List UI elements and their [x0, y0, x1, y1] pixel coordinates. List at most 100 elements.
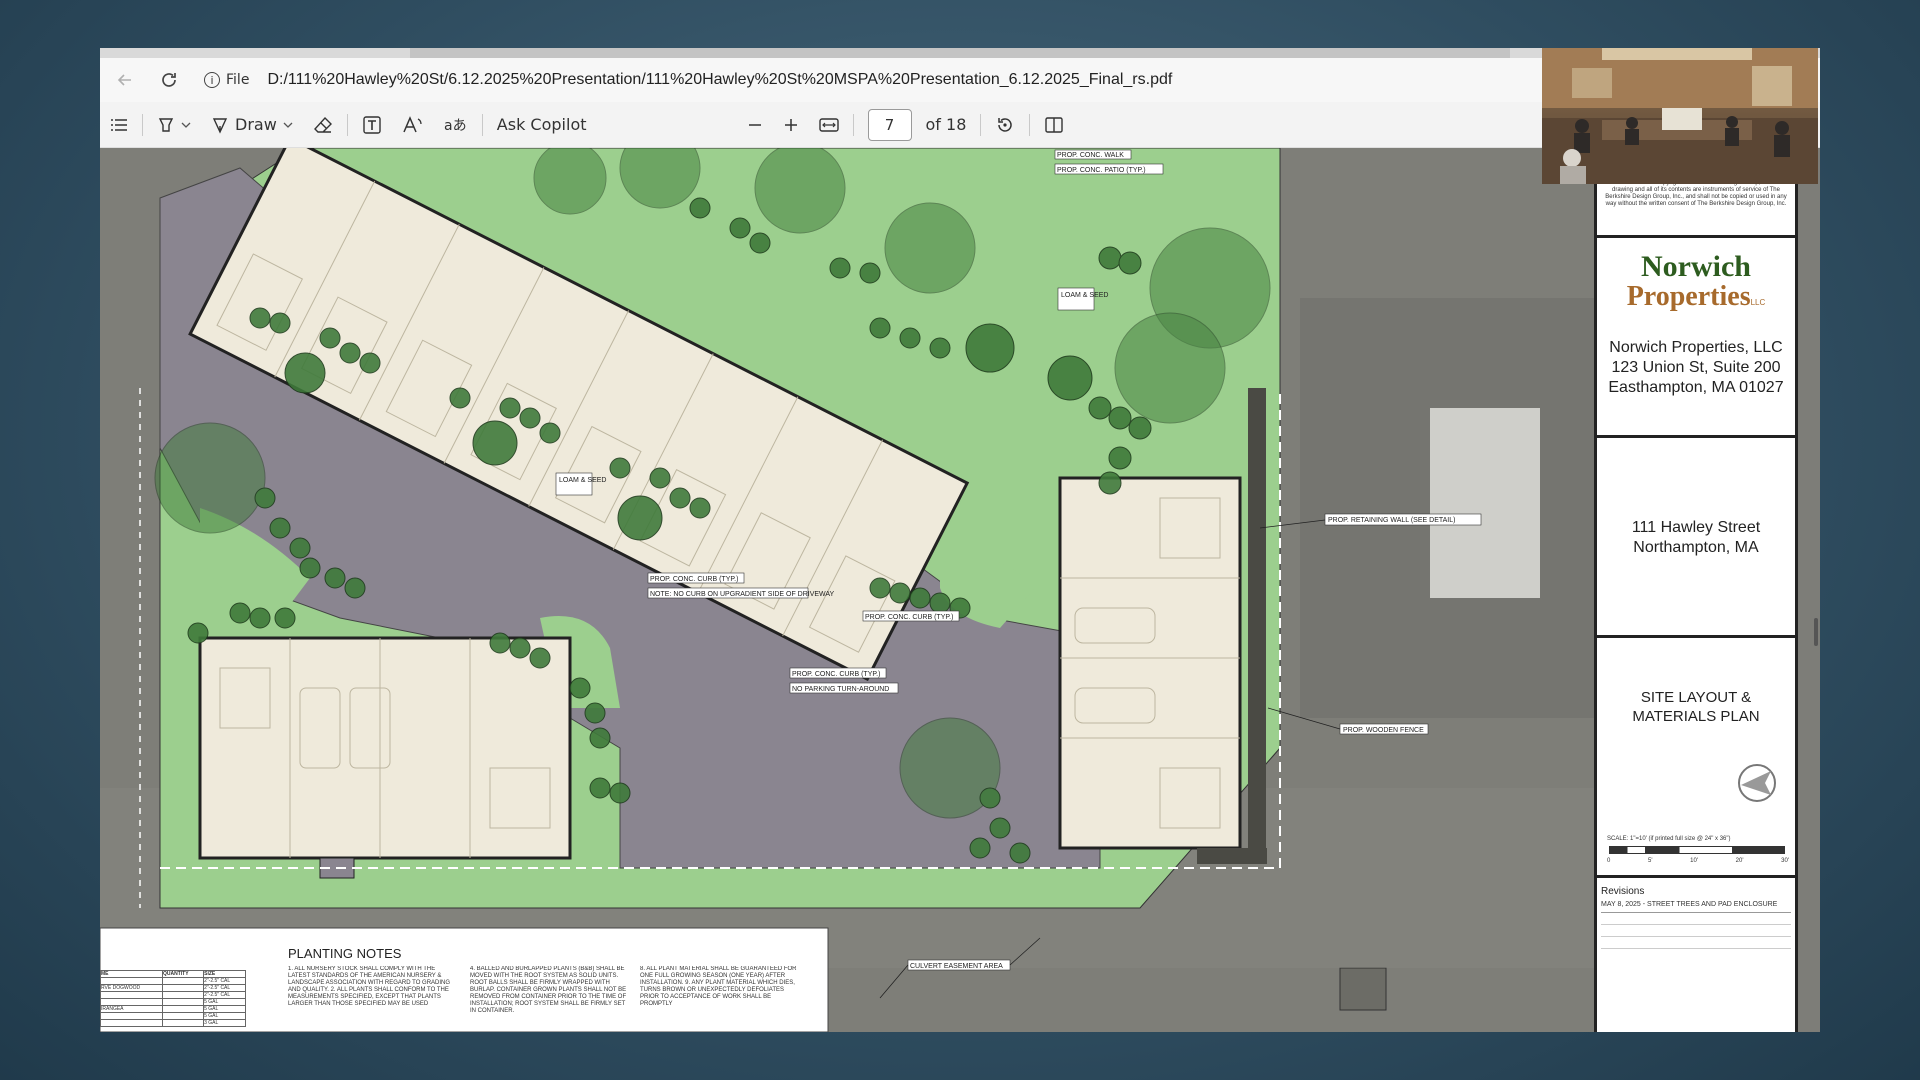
table-row: 5 GAL	[100, 998, 246, 1006]
schedule-cell	[162, 991, 205, 999]
company-city: Easthampton, MA 01027	[1608, 379, 1784, 396]
chevron-down-icon	[283, 122, 293, 128]
label-retaining-wall: PROP. RETAINING WALL (SEE DETAIL)	[1328, 517, 1455, 524]
revision-row-empty	[1601, 913, 1791, 925]
table-row: IRANGEA 5 GAL	[100, 1005, 246, 1013]
ask-copilot-label: Ask Copilot	[496, 115, 587, 134]
project-city: Northampton, MA	[1633, 539, 1759, 556]
back-button[interactable]	[108, 63, 142, 97]
text-box-button[interactable]	[352, 108, 392, 142]
schedule-cell	[100, 998, 164, 1006]
schedule-cell	[100, 1019, 164, 1027]
ask-copilot-button[interactable]: Ask Copilot	[487, 108, 597, 142]
aerial-neighbor-roof	[1430, 408, 1540, 598]
svg-text:aあ: aあ	[444, 118, 467, 134]
read-aloud-icon	[403, 115, 422, 132]
meeting-room-video	[1542, 48, 1818, 184]
scale-tick-label: 0	[1607, 858, 1611, 864]
sheet-title-section: SITE LAYOUT & MATERIALS PLAN SCALE: 1"=1…	[1597, 638, 1795, 878]
schedule-cell: 5 GAL	[203, 1005, 246, 1013]
building-bottom-left	[198, 636, 572, 879]
table-row: 2"-2.5" CAL	[100, 991, 246, 999]
schedule-cell: 2"-2.5" CAL	[203, 984, 246, 992]
pdf-viewer-window: i File D:/111%20Hawley%20St/6.12.2025%20…	[100, 48, 1820, 1032]
scale-ticks: 0 5' 10' 20' 30'	[1607, 858, 1789, 864]
fit-width-icon	[818, 117, 839, 132]
schedule-cell	[100, 977, 164, 985]
info-icon: i	[204, 72, 220, 88]
fit-width-button[interactable]	[809, 108, 849, 142]
logo-suffix: LLC	[1750, 298, 1766, 307]
scale-tick-label: 30'	[1781, 858, 1789, 864]
translate-button[interactable]: aあ	[434, 108, 478, 142]
read-aloud-button[interactable]	[392, 108, 434, 142]
schedule-header-cell: ME	[100, 970, 164, 978]
sheet-title-line-1: SITE LAYOUT &	[1640, 689, 1752, 706]
label-conc-curb-1: PROP. CONC. CURB (TYP.)	[650, 576, 738, 583]
table-row: RVE DOGWOOD 2"-2.5" CAL	[100, 984, 246, 992]
contents-button[interactable]	[100, 108, 138, 142]
page-view-button[interactable]	[1034, 108, 1074, 142]
logo-line-2: PropertiesLLC	[1597, 282, 1795, 312]
revision-row-empty	[1601, 925, 1791, 937]
schedule-cell: 5 GAL	[203, 1012, 246, 1020]
retaining-wall	[1248, 388, 1266, 858]
north-arrow-icon	[1738, 764, 1776, 802]
eraser-icon	[313, 116, 332, 133]
draw-icon	[212, 117, 228, 134]
pdf-page-canvas[interactable]: LOAM & SEED LOAM & SEED PROP. CONC. WALK…	[100, 148, 1820, 1032]
schedule-header-cell: QUANTITY	[162, 970, 205, 978]
drawing-title-block: landscape architect, civil engineer or l…	[1594, 148, 1798, 1032]
company-name: Norwich Properties, LLC	[1609, 339, 1783, 356]
file-info-chip[interactable]: i File	[196, 69, 257, 91]
highlight-button[interactable]	[147, 108, 201, 142]
schedule-cell	[100, 991, 164, 999]
page-number-input[interactable]: 7	[867, 108, 912, 141]
site-plan-drawing: LOAM & SEED LOAM & SEED PROP. CONC. WALK…	[100, 148, 1594, 1032]
highlight-icon	[158, 117, 174, 132]
building-right	[1058, 476, 1242, 850]
label-loam-1: LOAM & SEED	[559, 477, 606, 484]
label-conc-patio: PROP. CONC. PATIO (TYP.)	[1057, 167, 1146, 174]
refresh-icon	[162, 73, 176, 87]
zoom-in-button[interactable]	[773, 108, 809, 142]
toolbar-divider	[1029, 113, 1031, 136]
label-wooden-fence: PROP. WOODEN FENCE	[1343, 727, 1424, 734]
zoom-out-icon	[748, 123, 761, 126]
revisions-label: Revisions	[1601, 886, 1645, 897]
label-conc-walk: PROP. CONC. WALK	[1057, 152, 1124, 159]
schedule-cell	[162, 1005, 205, 1013]
label-note-curb: NOTE: NO CURB ON UPGRADIENT SIDE OF DRIV…	[650, 591, 835, 598]
rotate-button[interactable]	[985, 108, 1025, 142]
revisions-section: Revisions MAY 8, 2025 - STREET TREES AND…	[1597, 878, 1795, 1032]
eraser-button[interactable]	[303, 108, 343, 142]
page-total: of 18	[925, 115, 967, 134]
company-logo: Norwich PropertiesLLC	[1597, 252, 1795, 312]
refresh-button[interactable]	[152, 63, 186, 97]
url-text[interactable]: D:/111%20Hawley%20St/6.12.2025%20Present…	[267, 71, 1172, 89]
revision-entry: MAY 8, 2025 - STREET TREES AND PAD ENCLO…	[1601, 897, 1791, 913]
draw-label: Draw	[235, 115, 277, 134]
schedule-cell: 5 GAL	[203, 998, 246, 1006]
scale-tick-label: 20'	[1735, 858, 1744, 864]
toolbar-divider	[852, 113, 854, 136]
revision-row-empty	[1601, 937, 1791, 949]
back-arrow-icon	[117, 74, 131, 86]
logo-norwich: Norwich	[1641, 250, 1751, 283]
schedule-cell	[162, 998, 205, 1006]
vertical-scrollbar-thumb[interactable]	[1814, 618, 1818, 646]
scroll-strip[interactable]	[410, 48, 1510, 58]
label-loam-2: LOAM & SEED	[1061, 292, 1108, 299]
draw-button[interactable]: Draw	[201, 108, 303, 142]
contents-icon	[111, 118, 127, 131]
client-address: Norwich Properties, LLC 123 Union St, Su…	[1597, 338, 1795, 398]
zoom-out-button[interactable]	[737, 108, 773, 142]
chevron-down-icon	[181, 122, 191, 128]
table-row: 2"-2.5" CAL	[100, 977, 246, 985]
planting-notes-panel: PLANTING NOTES 1. ALL NURSERY STOCK SHAL…	[100, 927, 829, 1032]
meeting-video-thumbnail[interactable]	[1542, 48, 1818, 184]
scale-note: SCALE: 1"=10' (if printed full size @ 24…	[1607, 836, 1731, 842]
scale-tick-label: 10'	[1690, 858, 1698, 864]
label-conc-curb-2: PROP. CONC. CURB (TYP.)	[865, 614, 953, 621]
schedule-cell: 2"-2.5" CAL	[203, 977, 246, 985]
